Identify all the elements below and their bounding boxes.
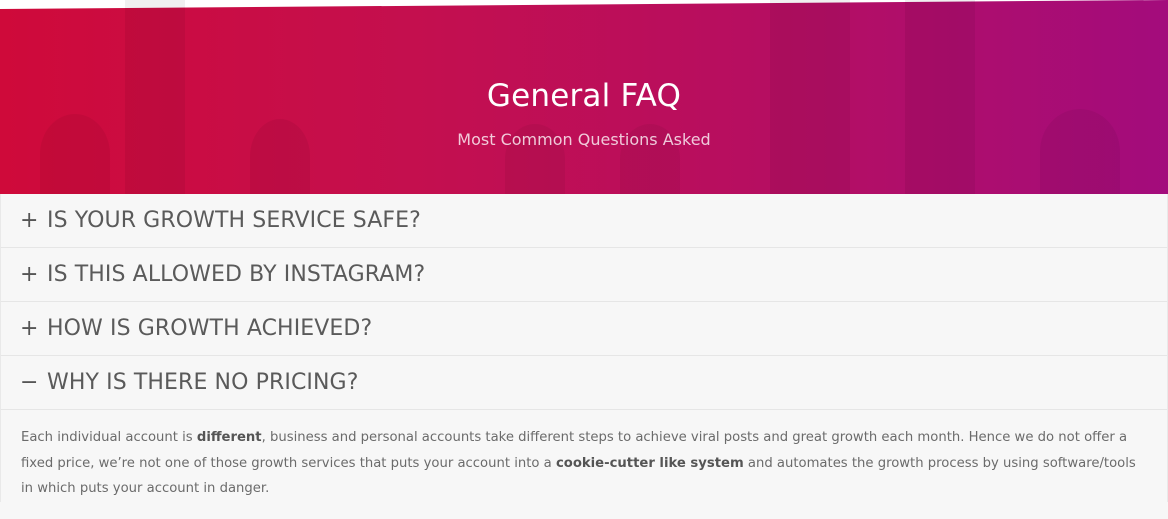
answer-emphasis: cookie-cutter like system [555,455,744,471]
faq-question: IS THIS ALLOWED BY INSTAGRAM? [47,262,426,287]
answer-text: Each individual account is [21,430,197,445]
minus-icon: − [20,369,39,395]
page-subtitle: Most Common Questions Asked [457,130,711,149]
faq-hero-banner: General FAQ Most Common Questions Asked [0,0,1168,194]
faq-question: WHY IS THERE NO PRICING? [47,370,359,395]
faq-question: IS YOUR GROWTH SERVICE SAFE? [47,208,421,233]
plus-icon: + [20,315,39,341]
plus-icon: + [20,261,39,287]
answer-emphasis: different [196,430,262,445]
faq-answer-pricing: Each individual account is different, bu… [0,410,1168,502]
faq-accordion: + IS YOUR GROWTH SERVICE SAFE? + IS THIS… [0,194,1168,502]
faq-question: HOW IS GROWTH ACHIEVED? [47,316,373,341]
background-person-silhouette [1040,109,1120,194]
faq-item-safe[interactable]: + IS YOUR GROWTH SERVICE SAFE? [0,194,1168,248]
faq-item-pricing[interactable]: − WHY IS THERE NO PRICING? [0,356,1168,410]
page-title: General FAQ [486,78,682,114]
plus-icon: + [20,207,39,233]
faq-item-growth[interactable]: + HOW IS GROWTH ACHIEVED? [0,302,1168,356]
background-person-silhouette [40,114,110,194]
faq-item-allowed[interactable]: + IS THIS ALLOWED BY INSTAGRAM? [0,248,1168,302]
